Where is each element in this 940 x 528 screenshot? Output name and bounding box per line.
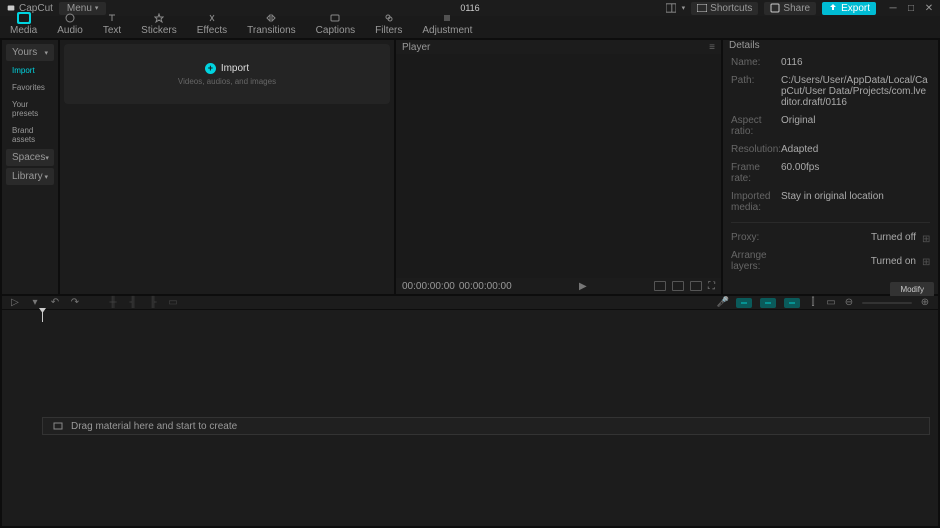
shortcuts-button[interactable]: Shortcuts xyxy=(691,2,758,15)
undo-icon[interactable]: ↶ xyxy=(50,298,60,308)
separator xyxy=(731,222,930,223)
split-left-icon[interactable]: ╢ xyxy=(128,298,138,308)
detail-imported: Imported media:Stay in original location xyxy=(731,191,930,213)
link-icon[interactable] xyxy=(736,298,752,308)
detail-path: Path:C:/Users/User/AppData/Local/CapCut/… xyxy=(731,75,930,108)
player-header: Player ≡ xyxy=(396,40,721,54)
chevron-down-icon: ▾ xyxy=(44,173,48,181)
details-body: Name:0116 Path:C:/Users/User/AppData/Loc… xyxy=(723,51,938,278)
zoom-slider[interactable] xyxy=(862,302,912,304)
sidebar-spaces[interactable]: Spaces▾ xyxy=(6,149,54,166)
fullscreen-icon[interactable]: ⛶ xyxy=(708,281,715,292)
delete-icon[interactable]: ▭ xyxy=(168,298,178,308)
details-panel: Details Name:0116 Path:C:/Users/User/App… xyxy=(723,40,938,294)
tab-text[interactable]: Text xyxy=(99,10,125,38)
player-title: Player xyxy=(402,42,430,53)
link-icon[interactable] xyxy=(784,298,800,308)
titlebar-right: ▾ Shortcuts Share Export ─ □ ✕ xyxy=(666,2,934,15)
playhead[interactable] xyxy=(42,310,43,322)
project-title: 0116 xyxy=(460,3,479,13)
adjust-icon[interactable]: ⫿ xyxy=(808,298,818,308)
timeline-ruler[interactable] xyxy=(2,310,938,322)
sidebar-presets[interactable]: Your presets xyxy=(6,97,54,121)
tab-media[interactable]: Media xyxy=(6,10,41,38)
minimize-button[interactable]: ─ xyxy=(888,3,898,13)
player-viewport[interactable] xyxy=(396,54,721,278)
ratio-icon[interactable] xyxy=(672,281,684,291)
chevron-down-icon: ▾ xyxy=(44,49,48,57)
toggle-icon[interactable]: ⊞ xyxy=(922,257,930,265)
media-panel: + Import Videos, audios, and images xyxy=(60,40,394,294)
detail-name: Name:0116 xyxy=(731,57,930,68)
chevron-down-icon[interactable]: ▾ xyxy=(30,298,40,308)
maximize-button[interactable]: □ xyxy=(906,3,916,13)
layout-icon[interactable] xyxy=(666,3,676,13)
player-panel: Player ≡ 00:00:00:00 00:00:00:00 ▶ ⛶ xyxy=(396,40,721,294)
detail-framerate: Frame rate:60.00fps xyxy=(731,162,930,184)
chevron-down-icon: ▾ xyxy=(45,154,49,162)
player-display-controls: ⛶ xyxy=(654,281,715,292)
timeline-tracks[interactable]: Drag material here and start to create xyxy=(2,322,938,526)
ratio-icon[interactable] xyxy=(690,281,702,291)
film-icon xyxy=(53,422,63,430)
sidebar-library[interactable]: Library▾ xyxy=(6,168,54,185)
redo-icon[interactable]: ↷ xyxy=(70,298,80,308)
ratio-icon[interactable] xyxy=(654,281,666,291)
import-dropzone[interactable]: + Import Videos, audios, and images xyxy=(64,44,390,104)
timeline-dropzone[interactable]: Drag material here and start to create xyxy=(42,417,930,435)
timeline-tools-left: ▷ ▾ ↶ ↷ ╫ ╢ ╟ ▭ xyxy=(10,298,178,308)
timeline-toolbar: ▷ ▾ ↶ ↷ ╫ ╢ ╟ ▭ 🎤 ⫿ ▭ ⊖ ⊕ xyxy=(2,296,938,310)
main-toolbar: Media Audio Text Stickers Effects Transi… xyxy=(0,16,940,38)
sidebar-import[interactable]: Import xyxy=(6,63,54,78)
tab-transitions[interactable]: Transitions xyxy=(243,10,300,38)
details-title: Details xyxy=(729,40,760,51)
export-button[interactable]: Export xyxy=(822,2,876,15)
details-header: Details xyxy=(723,40,938,51)
toggle-icon[interactable]: ⊞ xyxy=(922,234,930,242)
plus-icon: + xyxy=(205,63,216,74)
split-icon[interactable]: ╫ xyxy=(108,298,118,308)
split-right-icon[interactable]: ╟ xyxy=(148,298,158,308)
detail-aspect: Aspect ratio:Original xyxy=(731,115,930,137)
share-button[interactable]: Share xyxy=(764,2,816,15)
zoom-out-icon[interactable]: ⊖ xyxy=(844,298,854,308)
import-button[interactable]: + Import xyxy=(205,63,249,74)
timeline-panel: ▷ ▾ ↶ ↷ ╫ ╢ ╟ ▭ 🎤 ⫿ ▭ ⊖ ⊕ Drag material … xyxy=(2,296,938,526)
tab-adjustment[interactable]: Adjustment xyxy=(418,10,476,38)
close-button[interactable]: ✕ xyxy=(924,3,934,13)
sidebar-yours[interactable]: Yours▾ xyxy=(6,44,54,61)
chevron-down-icon[interactable]: ▾ xyxy=(682,4,686,12)
sidebar-brand[interactable]: Brand assets xyxy=(6,123,54,147)
detail-proxy: Proxy:Turned off⊞ xyxy=(731,232,930,243)
tab-stickers[interactable]: Stickers xyxy=(137,10,181,38)
pointer-icon[interactable]: ▷ xyxy=(10,298,20,308)
sidebar-favorites[interactable]: Favorites xyxy=(6,80,54,95)
preview-icon[interactable]: ▭ xyxy=(826,298,836,308)
detail-arrange: Arrange layers:Turned on⊞ xyxy=(731,250,930,272)
tab-effects[interactable]: Effects xyxy=(193,10,231,38)
mic-icon[interactable]: 🎤 xyxy=(718,298,728,308)
detail-resolution: Resolution:Adapted xyxy=(731,144,930,155)
player-menu-icon[interactable]: ≡ xyxy=(709,42,715,53)
zoom-in-icon[interactable]: ⊕ xyxy=(920,298,930,308)
timeline-tools-right: 🎤 ⫿ ▭ ⊖ ⊕ xyxy=(718,298,930,308)
player-timecode: 00:00:00:00 00:00:00:00 xyxy=(402,281,512,292)
main-area: Yours▾ Import Favorites Your presets Bra… xyxy=(0,38,940,296)
tab-filters[interactable]: Filters xyxy=(371,10,406,38)
tab-audio[interactable]: Audio xyxy=(53,10,87,38)
window-controls: ─ □ ✕ xyxy=(888,3,934,13)
play-button[interactable]: ▶ xyxy=(579,281,587,292)
import-subtitle: Videos, audios, and images xyxy=(178,77,276,86)
modify-button[interactable]: Modify xyxy=(890,282,934,297)
link-icon[interactable] xyxy=(760,298,776,308)
tab-captions[interactable]: Captions xyxy=(312,10,359,38)
media-sidebar: Yours▾ Import Favorites Your presets Bra… xyxy=(2,40,58,294)
player-controls: 00:00:00:00 00:00:00:00 ▶ ⛶ xyxy=(396,278,721,294)
